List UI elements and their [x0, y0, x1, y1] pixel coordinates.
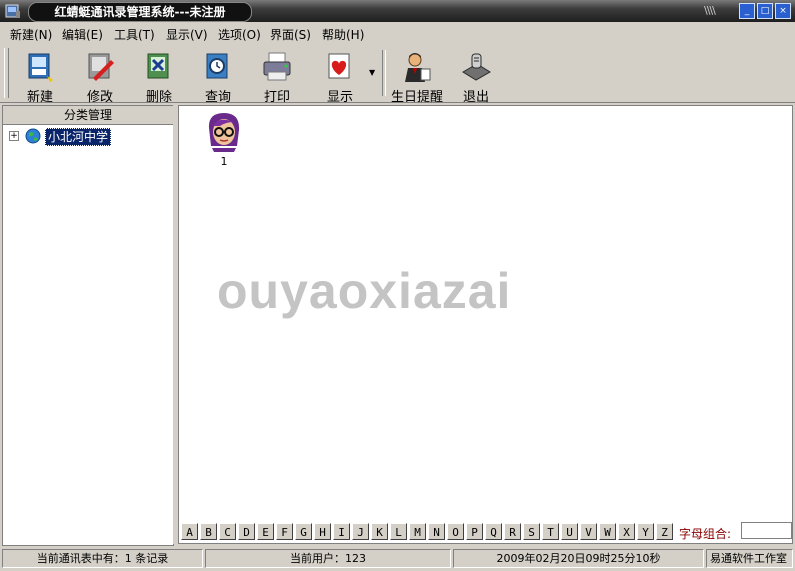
- edit-button-label: 修改: [86, 90, 113, 105]
- query-button[interactable]: 查询: [192, 48, 244, 105]
- letter-button-f[interactable]: F: [276, 523, 293, 540]
- birthday-person-icon: [405, 53, 431, 82]
- show-dropdown-arrow-icon[interactable]: ▼: [369, 68, 375, 77]
- birthday-button-label: 生日提醒: [390, 90, 443, 105]
- minimize-button[interactable]: _: [739, 3, 755, 19]
- letter-button-k[interactable]: K: [371, 523, 388, 540]
- menu-bar: 新建(N) 编辑(E) 工具(T) 显示(V) 选项(O) 界面(S) 帮助(H…: [0, 22, 795, 44]
- status-bar: 当前通讯表中有：1 条记录 当前用户：123 2009年02月20日09时25分…: [0, 546, 795, 571]
- letter-button-i[interactable]: I: [333, 523, 350, 540]
- window-title: 红蜻蜓通讯录管理系统---未注册: [28, 2, 252, 22]
- new-contact-icon: [28, 53, 53, 82]
- printer-icon: [263, 52, 291, 81]
- contact-view: 1 ouyaoxiazai ABCDEFGHIJKLMNOPQRSTUVWXYZ…: [178, 105, 793, 544]
- category-panel: 分类管理 + 小北河中学: [2, 105, 174, 546]
- menu-new[interactable]: 新建(N): [10, 26, 52, 43]
- menu-edit[interactable]: 编辑(E): [62, 26, 103, 43]
- expand-plus-icon[interactable]: +: [9, 131, 19, 141]
- edit-icon: [88, 53, 114, 81]
- new-button[interactable]: 新建: [14, 48, 66, 105]
- exit-button-label: 退出: [462, 90, 489, 105]
- menu-options[interactable]: 选项(O): [218, 26, 261, 43]
- exit-button[interactable]: 退出: [450, 48, 502, 105]
- title-bar: 红蜻蜓通讯录管理系统---未注册 \\\\ _ □ ×: [0, 0, 795, 22]
- watermark-text: ouyaoxiazai: [217, 263, 512, 319]
- menu-view[interactable]: 显示(V): [166, 26, 208, 43]
- app-icon[interactable]: [5, 3, 21, 19]
- contact-name: 1: [220, 155, 228, 168]
- skin-grip-icon: \\\\: [704, 4, 716, 17]
- maximize-button[interactable]: □: [757, 3, 773, 19]
- letter-button-s[interactable]: S: [523, 523, 540, 540]
- letter-button-l[interactable]: L: [390, 523, 407, 540]
- globe-icon: [25, 128, 41, 144]
- datetime-status: 2009年02月20日09时25分10秒: [453, 549, 704, 568]
- current-user-status: 当前用户：123: [205, 549, 451, 568]
- print-button-label: 打印: [263, 90, 290, 105]
- letter-button-o[interactable]: O: [447, 523, 464, 540]
- birthday-button[interactable]: 生日提醒: [390, 48, 444, 105]
- letter-button-n[interactable]: N: [428, 523, 445, 540]
- letter-button-y[interactable]: Y: [637, 523, 654, 540]
- query-button-label: 查询: [204, 90, 231, 105]
- toolbar-separator: [382, 50, 386, 96]
- letter-button-r[interactable]: R: [504, 523, 521, 540]
- letter-button-u[interactable]: U: [561, 523, 578, 540]
- letter-combo-input[interactable]: [741, 522, 792, 539]
- letter-button-h[interactable]: H: [314, 523, 331, 540]
- delete-button-label: 删除: [145, 90, 172, 105]
- letter-button-a[interactable]: A: [181, 523, 198, 540]
- show-heart-icon: [328, 53, 350, 79]
- letter-button-m[interactable]: M: [409, 523, 426, 540]
- print-button[interactable]: 打印: [251, 48, 303, 105]
- contact-item[interactable]: 1: [203, 110, 245, 168]
- toolbar-grip[interactable]: [4, 48, 9, 98]
- tree-item-label[interactable]: 小北河中学: [45, 128, 112, 146]
- toolbar: 新建 修改 删除 查询 打印 显示 ▼ 生日提醒 退出: [0, 44, 795, 105]
- letter-combo-label: 字母组合:: [679, 527, 732, 541]
- letter-button-w[interactable]: W: [599, 523, 616, 540]
- letter-button-d[interactable]: D: [238, 523, 255, 540]
- exit-icon: [462, 53, 491, 81]
- letter-button-p[interactable]: P: [466, 523, 483, 540]
- letter-button-c[interactable]: C: [219, 523, 236, 540]
- menu-help[interactable]: 帮助(H): [322, 26, 364, 43]
- contact-avatar-icon: [208, 113, 240, 152]
- letter-button-j[interactable]: J: [352, 523, 369, 540]
- letter-button-e[interactable]: E: [257, 523, 274, 540]
- letter-button-v[interactable]: V: [580, 523, 597, 540]
- show-button[interactable]: 显示: [314, 48, 366, 105]
- menu-skin[interactable]: 界面(S): [270, 26, 311, 43]
- delete-button[interactable]: 删除: [133, 48, 185, 105]
- letter-button-t[interactable]: T: [542, 523, 559, 540]
- query-icon: [206, 53, 228, 79]
- letter-button-z[interactable]: Z: [656, 523, 673, 540]
- new-button-label: 新建: [26, 90, 53, 105]
- company-status: 易通软件工作室: [706, 549, 793, 568]
- record-count-status: 当前通讯表中有：1 条记录: [2, 549, 203, 568]
- menu-tools[interactable]: 工具(T): [114, 26, 155, 43]
- close-button[interactable]: ×: [775, 3, 791, 19]
- delete-icon: [147, 53, 169, 79]
- show-button-label: 显示: [326, 90, 353, 105]
- letter-button-b[interactable]: B: [200, 523, 217, 540]
- edit-button[interactable]: 修改: [74, 48, 126, 105]
- letter-button-q[interactable]: Q: [485, 523, 502, 540]
- letter-button-x[interactable]: X: [618, 523, 635, 540]
- category-panel-header: 分类管理: [3, 106, 173, 125]
- letter-button-g[interactable]: G: [295, 523, 312, 540]
